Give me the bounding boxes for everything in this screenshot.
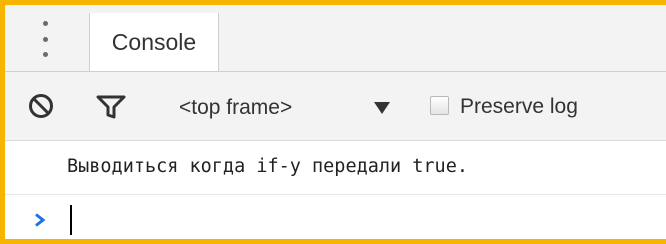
context-selector[interactable]: <top frame> [179, 96, 292, 120]
kebab-menu-icon[interactable] [37, 21, 53, 57]
preserve-log-checkbox[interactable] [430, 96, 449, 115]
tab-console[interactable]: Console [89, 13, 219, 71]
devtools-panel: Console <top frame> Preserve log Выводит… [0, 0, 666, 244]
clear-console-icon[interactable] [28, 93, 54, 119]
preserve-log-label[interactable]: Preserve log [460, 95, 578, 119]
tab-bar: Console [5, 5, 666, 72]
filter-icon[interactable] [96, 94, 126, 120]
dropdown-arrow-icon[interactable] [373, 101, 391, 115]
text-cursor [70, 205, 72, 235]
prompt-chevron-icon [35, 213, 46, 227]
console-toolbar: <top frame> Preserve log [5, 72, 666, 141]
tab-label: Console [111, 28, 197, 55]
console-message: Выводиться когда if-у передали true. [5, 141, 666, 195]
console-prompt[interactable] [5, 195, 666, 239]
console-message-text: Выводиться когда if-у передали true. [67, 156, 468, 177]
